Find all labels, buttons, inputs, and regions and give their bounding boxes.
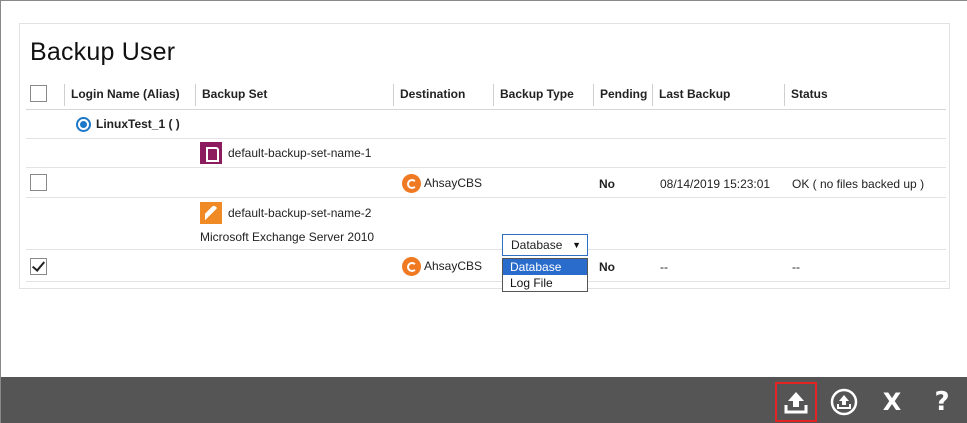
scheduled-backup-icon: [830, 388, 858, 416]
header-destination[interactable]: Destination: [395, 78, 465, 110]
header-login-name[interactable]: Login Name (Alias): [66, 78, 180, 110]
backup-set-detail-row[interactable]: AhsayCBS No 08/14/2019 15:23:01 OK ( no …: [26, 168, 946, 198]
close-button[interactable]: X: [871, 382, 913, 422]
bottom-toolbar: X ?: [1, 377, 967, 423]
destination-name: AhsayCBS: [424, 259, 483, 273]
pending-value: No: [599, 260, 615, 274]
header-backup-type[interactable]: Backup Type: [495, 78, 574, 110]
backup-type-option-database[interactable]: Database: [503, 259, 587, 275]
column-divider: [593, 84, 594, 106]
backup-type-dropdown: Database Log File: [502, 258, 588, 292]
column-divider: [64, 84, 65, 106]
last-backup-value: 08/14/2019 15:23:01: [660, 177, 771, 191]
backup-set-subtitle: Microsoft Exchange Server 2010: [200, 230, 375, 244]
chevron-down-icon: ▼: [572, 240, 581, 250]
backup-set-checkbox[interactable]: [30, 174, 47, 191]
backup-upload-icon: [784, 392, 808, 414]
column-divider: [652, 84, 653, 106]
backup-type-option-log-file[interactable]: Log File: [503, 275, 587, 291]
ahsaycbs-destination-icon: [402, 257, 421, 276]
help-button[interactable]: ?: [921, 382, 963, 422]
header-backup-set[interactable]: Backup Set: [197, 78, 267, 110]
column-divider: [393, 84, 394, 106]
pending-value: No: [599, 177, 615, 191]
destination-name: AhsayCBS: [424, 176, 483, 190]
backup-type-selected: Database: [511, 238, 563, 252]
backup-set-file-icon: [200, 142, 222, 164]
column-divider: [493, 84, 494, 106]
exchange-backup-set-icon: [200, 202, 222, 224]
header-pending[interactable]: Pending: [595, 78, 647, 110]
backup-set-detail-row[interactable]: AhsayCBS No -- --: [26, 250, 946, 282]
help-icon: ?: [934, 387, 950, 417]
backup-button[interactable]: [775, 382, 817, 422]
backup-type-select[interactable]: Database ▼: [502, 234, 588, 256]
backup-set-name: default-backup-set-name-2: [228, 206, 372, 220]
user-radio-icon[interactable]: [76, 117, 91, 132]
last-backup-value: --: [660, 260, 668, 274]
backup-user-panel: Backup User Login Name (Alias) Backup Se…: [19, 23, 950, 292]
table-header: Login Name (Alias) Backup Set Destinatio…: [26, 78, 946, 110]
column-divider: [784, 84, 785, 106]
status-value: --: [792, 260, 800, 274]
backup-set-row[interactable]: default-backup-set-name-2 Microsoft Exch…: [26, 198, 946, 250]
status-value: OK ( no files backed up ): [792, 177, 925, 191]
backup-set-checkbox[interactable]: [30, 258, 47, 275]
column-divider: [195, 84, 196, 106]
user-row[interactable]: LinuxTest_1 ( ): [26, 110, 946, 139]
backup-set-name: default-backup-set-name-1: [228, 146, 372, 160]
header-last-backup[interactable]: Last Backup: [654, 78, 730, 110]
header-status[interactable]: Status: [786, 78, 828, 110]
backup-user-window: Backup User Login Name (Alias) Backup Se…: [0, 0, 967, 423]
backup-set-row[interactable]: default-backup-set-name-1: [26, 139, 946, 168]
close-icon: X: [882, 388, 902, 416]
user-login-name: LinuxTest_1 ( ): [96, 117, 180, 131]
page-title: Backup User: [30, 38, 176, 66]
scheduled-backup-button[interactable]: [823, 382, 865, 422]
ahsaycbs-destination-icon: [402, 174, 421, 193]
select-all-checkbox[interactable]: [30, 85, 47, 102]
